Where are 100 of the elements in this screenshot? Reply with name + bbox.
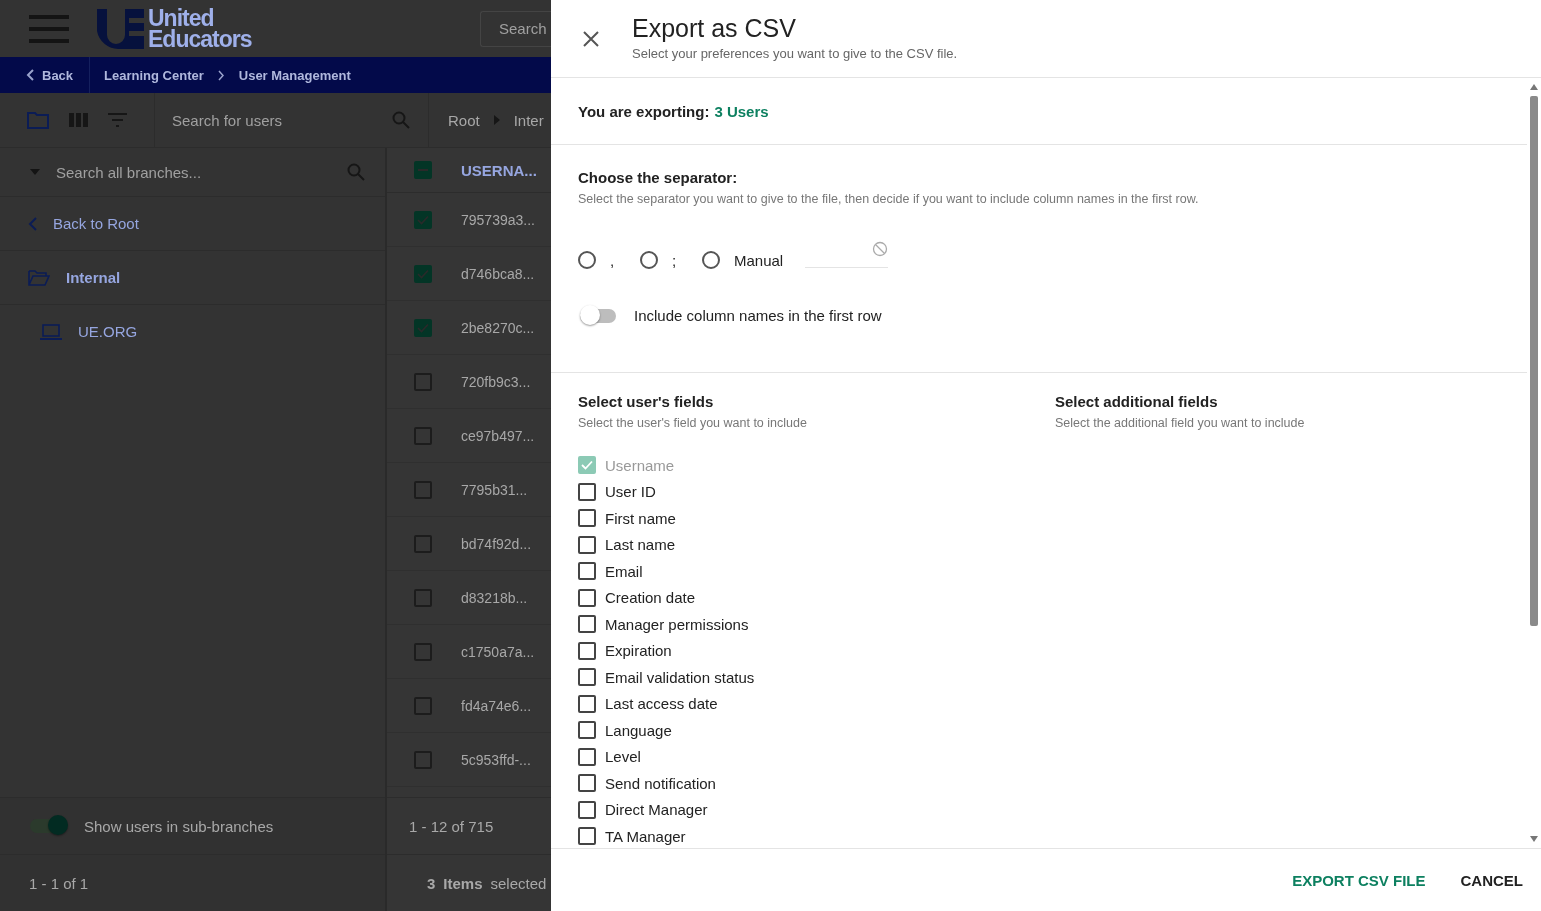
close-icon[interactable] [583,31,599,47]
logo-icon [97,8,144,49]
checkbox[interactable] [578,562,596,581]
branch-item[interactable]: Internal [66,269,121,286]
table-cell: 7795b31... [461,481,528,498]
branch-item[interactable]: UE.ORG [78,323,138,340]
section-description: Select the user's field you want to include [578,416,808,430]
checkbox[interactable] [414,372,432,391]
section-description: Select the additional field you want to include [1055,416,1306,430]
dialog-title: Export as CSV [632,14,797,43]
checkbox-label: Username [605,456,675,474]
checkbox-label: Send notification [605,774,716,792]
menu-icon[interactable] [29,14,69,43]
laptop-icon [40,323,62,340]
checkbox[interactable] [578,694,596,713]
checkbox-label: Level [605,748,641,766]
export-count: 3 Users [714,102,769,120]
cancel-button[interactable]: CANCEL [1460,871,1523,889]
table-cell: 5c953ffd-... [461,751,531,768]
section-title: Select additional fields [1055,393,1219,410]
columns-icon[interactable] [69,113,88,127]
checkbox-label: TA Manager [605,827,686,845]
caret-icon[interactable] [30,169,40,175]
search-field[interactable]: Search for users [172,111,283,129]
checkbox[interactable] [414,318,432,337]
checkbox-label: Language [605,721,672,739]
dialog-subtitle: Select your preferences you want to give to the CSV file. [632,46,958,61]
caret-icon [493,115,500,125]
checkbox-label: Direct Manager [605,801,708,819]
pager-text: 1 - 12 of 715 [409,817,494,835]
table-cell: bd74f92d... [461,535,532,552]
checkbox[interactable] [414,264,432,283]
input-field[interactable] [805,240,889,268]
checkbox[interactable] [414,534,432,553]
checkbox-label: Last access date [605,695,718,713]
checkbox-label: Manager permissions [605,615,749,633]
toggle-switch[interactable] [580,308,616,323]
radio-label: ; [672,251,678,269]
radio-label: Manual [734,251,784,269]
radio-button[interactable] [578,251,596,269]
column-header[interactable]: USERNA... [461,161,537,179]
radio-button[interactable] [702,251,720,269]
checkbox[interactable] [578,827,596,846]
checkbox[interactable] [578,535,596,554]
checkbox[interactable] [414,426,432,445]
table-cell: d746bca8... [461,265,535,282]
checkbox-label: First name [605,509,676,527]
chevron-icon [26,69,34,81]
checkbox[interactable] [414,480,432,499]
checkbox-label: Last name [605,536,676,554]
checkbox[interactable] [414,588,432,607]
scroll-up-icon[interactable] [1530,84,1538,90]
logo-text: United [148,7,214,29]
selection-count: 3 [427,874,436,892]
table-cell: d83218b... [461,589,528,606]
checkbox[interactable] [578,482,596,501]
section-title: Choose the separator: [578,169,739,186]
breadcrumb-link[interactable]: Learning Center [104,67,204,83]
toggle-label: Show users in sub-branches [84,817,274,835]
logo-text: Educators [148,28,252,50]
search-icon[interactable] [392,111,410,129]
back-link[interactable]: Back to Root [28,215,139,232]
checkbox[interactable] [414,210,432,229]
scroll-down-icon[interactable] [1530,836,1538,842]
pager-text: 1 - 1 of 1 [29,874,89,892]
breadcrumb-link[interactable]: User Management [238,67,351,83]
blocked-icon [872,240,889,257]
checkbox[interactable] [578,668,596,687]
checkbox[interactable] [578,615,596,634]
checkbox-label: Email [605,562,643,580]
search-field[interactable]: Search all branches... [56,163,331,181]
checkbox-label: User ID [605,483,656,501]
radio-button[interactable] [640,251,658,269]
checkbox[interactable] [578,721,596,740]
table-cell: 2be8270c... [461,319,535,336]
checkbox-label: Expiration [605,642,672,660]
path-link[interactable]: Root [448,111,480,129]
chevron-icon [28,216,37,231]
path-link[interactable]: Inter [513,111,544,129]
checkbox[interactable] [414,642,432,661]
checkbox[interactable] [578,800,596,819]
checkbox[interactable] [578,509,596,528]
checkbox[interactable] [414,696,432,715]
table-cell: 795739a3... [461,211,535,228]
table-cell: 720fb9c3... [461,373,531,390]
checkbox[interactable] [578,774,596,793]
checkbox[interactable] [578,588,596,607]
checkbox[interactable] [578,747,596,766]
export-label: You are exporting: [578,102,710,120]
checkbox[interactable] [578,641,596,660]
back-link[interactable]: Back [0,57,91,93]
checkbox[interactable] [414,750,432,769]
search-icon[interactable] [347,163,365,181]
radio-label: , [610,251,616,269]
filter-icon[interactable] [108,113,127,127]
folder-icon[interactable] [27,111,49,129]
checkbox-label: Email validation status [605,668,755,686]
folder-icon [28,269,50,286]
export-button[interactable]: EXPORT CSV FILE [1292,871,1426,889]
checkbox[interactable] [414,161,432,179]
